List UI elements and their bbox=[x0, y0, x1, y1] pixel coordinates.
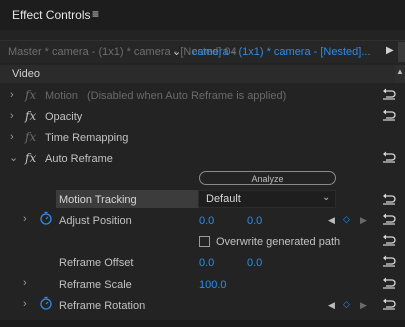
overwrite-path-checkbox[interactable] bbox=[199, 236, 210, 247]
panel-title: Effect Controls bbox=[12, 8, 91, 22]
motion-tracking-label: Motion Tracking bbox=[59, 194, 137, 206]
adjust-position-label: Adjust Position bbox=[59, 215, 132, 227]
opacity-label: Opacity bbox=[45, 111, 83, 123]
chevron-down-icon[interactable]: ⌄ bbox=[9, 151, 18, 164]
motion-label: Motion bbox=[45, 90, 79, 102]
reframe-scale-label: Reframe Scale bbox=[59, 279, 132, 291]
auto-reframe-label: Auto Reframe bbox=[45, 153, 113, 165]
stopwatch-icon[interactable] bbox=[39, 296, 53, 310]
reset-parameter-icon[interactable] bbox=[382, 88, 396, 100]
chevron-down-icon[interactable]: ⌄ bbox=[172, 45, 181, 58]
motion-tracking-value: Default bbox=[206, 193, 241, 205]
fx-icon[interactable]: fx bbox=[25, 88, 36, 102]
reframe-offset-label: Reframe Offset bbox=[59, 257, 134, 269]
reframe-offset-y-value[interactable]: 0.0 bbox=[247, 257, 262, 269]
analyze-button[interactable]: Analyze bbox=[199, 171, 336, 185]
fx-icon[interactable]: fx bbox=[25, 151, 36, 165]
panel-menu-icon[interactable]: ≡ bbox=[92, 7, 99, 21]
timeline-edge bbox=[398, 42, 405, 62]
adjust-position-y-value[interactable]: 0.0 bbox=[247, 215, 262, 227]
chevron-right-icon[interactable]: › bbox=[10, 110, 14, 122]
time-remapping-label: Time Remapping bbox=[45, 132, 129, 144]
fx-icon[interactable]: fx bbox=[25, 109, 36, 123]
reset-parameter-icon[interactable] bbox=[382, 213, 396, 225]
chevron-right-icon[interactable]: › bbox=[23, 213, 27, 225]
add-keyframe-icon[interactable]: ◇ bbox=[343, 299, 350, 310]
previous-keyframe-icon[interactable]: ◀ bbox=[328, 300, 335, 311]
reset-parameter-icon[interactable] bbox=[382, 255, 396, 267]
dropdown-caret-icon: ⌄ bbox=[322, 192, 331, 203]
previous-keyframe-icon[interactable]: ◀ bbox=[328, 215, 335, 226]
motion-disabled-note: (Disabled when Auto Reframe is applied) bbox=[87, 90, 287, 102]
reset-parameter-icon[interactable] bbox=[382, 234, 396, 246]
triangle-up-icon: ▲ bbox=[396, 67, 404, 76]
reframe-rotation-label: Reframe Rotation bbox=[59, 300, 146, 312]
reframe-scale-value[interactable]: 100.0 bbox=[199, 279, 227, 291]
adjust-position-x-value[interactable]: 0.0 bbox=[199, 215, 214, 227]
add-keyframe-icon[interactable]: ◇ bbox=[343, 214, 350, 225]
video-section-header bbox=[0, 65, 395, 83]
video-section-label: Video bbox=[12, 68, 40, 80]
next-keyframe-icon[interactable]: ▶ bbox=[360, 215, 367, 226]
reset-parameter-icon[interactable] bbox=[382, 109, 396, 121]
stopwatch-icon[interactable] bbox=[39, 211, 53, 225]
reset-parameter-icon[interactable] bbox=[382, 298, 396, 310]
reset-parameter-icon[interactable] bbox=[382, 277, 396, 289]
overflow-arrow-icon[interactable]: ▶ bbox=[386, 45, 394, 56]
reset-parameter-icon[interactable] bbox=[382, 151, 396, 163]
chevron-right-icon[interactable]: › bbox=[10, 89, 14, 101]
sequence-clip-tab[interactable]: camera - (1x1) * camera - [Nested]... bbox=[192, 46, 371, 58]
overwrite-path-label: Overwrite generated path bbox=[216, 236, 341, 248]
chevron-right-icon[interactable]: › bbox=[23, 277, 27, 289]
panel-bottom-edge bbox=[0, 320, 405, 327]
chevron-right-icon[interactable]: › bbox=[10, 131, 14, 143]
fx-icon: fx bbox=[25, 130, 37, 144]
reset-parameter-icon[interactable] bbox=[382, 193, 396, 205]
chevron-right-icon[interactable]: › bbox=[23, 298, 27, 310]
scroll-up-arrow[interactable]: ▲ bbox=[395, 65, 405, 83]
reframe-offset-x-value[interactable]: 0.0 bbox=[199, 257, 214, 269]
next-keyframe-icon[interactable]: ▶ bbox=[360, 300, 367, 311]
